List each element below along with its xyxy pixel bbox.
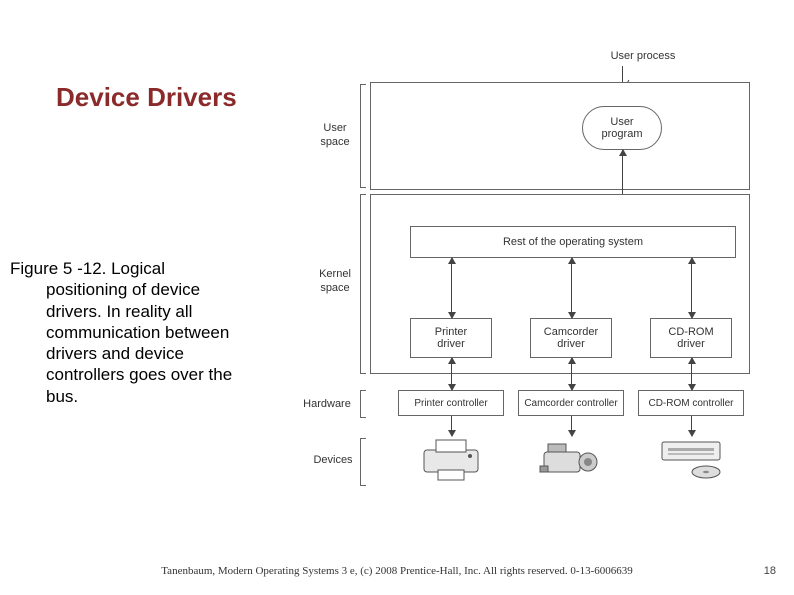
brace-hardware — [360, 390, 366, 418]
device-driver-diagram: User process User space Kernel space Har… — [270, 50, 770, 510]
label-kernel-space: Kernel space — [310, 268, 360, 296]
printer-icon — [418, 436, 484, 484]
brace-devices — [360, 438, 366, 486]
camcorder-icon — [538, 436, 604, 484]
camcorder-driver-box: Camcorder driver — [530, 318, 612, 358]
arrow-os-to-camcorder-driver — [571, 258, 572, 318]
cdrom-driver-box: CD-ROM driver — [650, 318, 732, 358]
figure-caption: Figure 5 -12. Logical positioning of dev… — [10, 258, 258, 407]
brace-kernel-space — [360, 194, 366, 374]
printer-driver-box: Printer driver — [410, 318, 492, 358]
arrow-printer-driver-to-ctrl — [451, 358, 452, 390]
caption-first-line: Figure 5 -12. Logical — [10, 259, 165, 278]
label-user-space: User space — [312, 122, 358, 150]
arrow-camcorder-ctrl-to-device — [571, 416, 572, 436]
arrow-os-to-printer-driver — [451, 258, 452, 318]
arrow-camcorder-driver-to-ctrl — [571, 358, 572, 390]
rest-of-os-box: Rest of the operating system — [410, 226, 736, 258]
arrow-cdrom-ctrl-to-device — [691, 416, 692, 436]
footer-citation: Tanenbaum, Modern Operating Systems 3 e,… — [0, 565, 794, 577]
printer-controller-box: Printer controller — [398, 390, 504, 416]
label-devices: Devices — [306, 454, 360, 468]
cd-rom-drive-icon — [658, 436, 724, 484]
arrow-printer-ctrl-to-device — [451, 416, 452, 436]
camcorder-controller-box: Camcorder controller — [518, 390, 624, 416]
user-space-box — [370, 82, 750, 190]
caption-body: positioning of device drivers. In realit… — [10, 279, 258, 407]
slide-title: Device Drivers — [56, 82, 237, 113]
brace-user-space — [360, 84, 366, 188]
user-program-box: User program — [582, 106, 662, 150]
label-user-process: User process — [598, 50, 688, 62]
arrow-os-to-cdrom-driver — [691, 258, 692, 318]
page-number: 18 — [764, 565, 776, 577]
cdrom-controller-box: CD-ROM controller — [638, 390, 744, 416]
label-hardware: Hardware — [294, 398, 360, 412]
arrow-cdrom-driver-to-ctrl — [691, 358, 692, 390]
